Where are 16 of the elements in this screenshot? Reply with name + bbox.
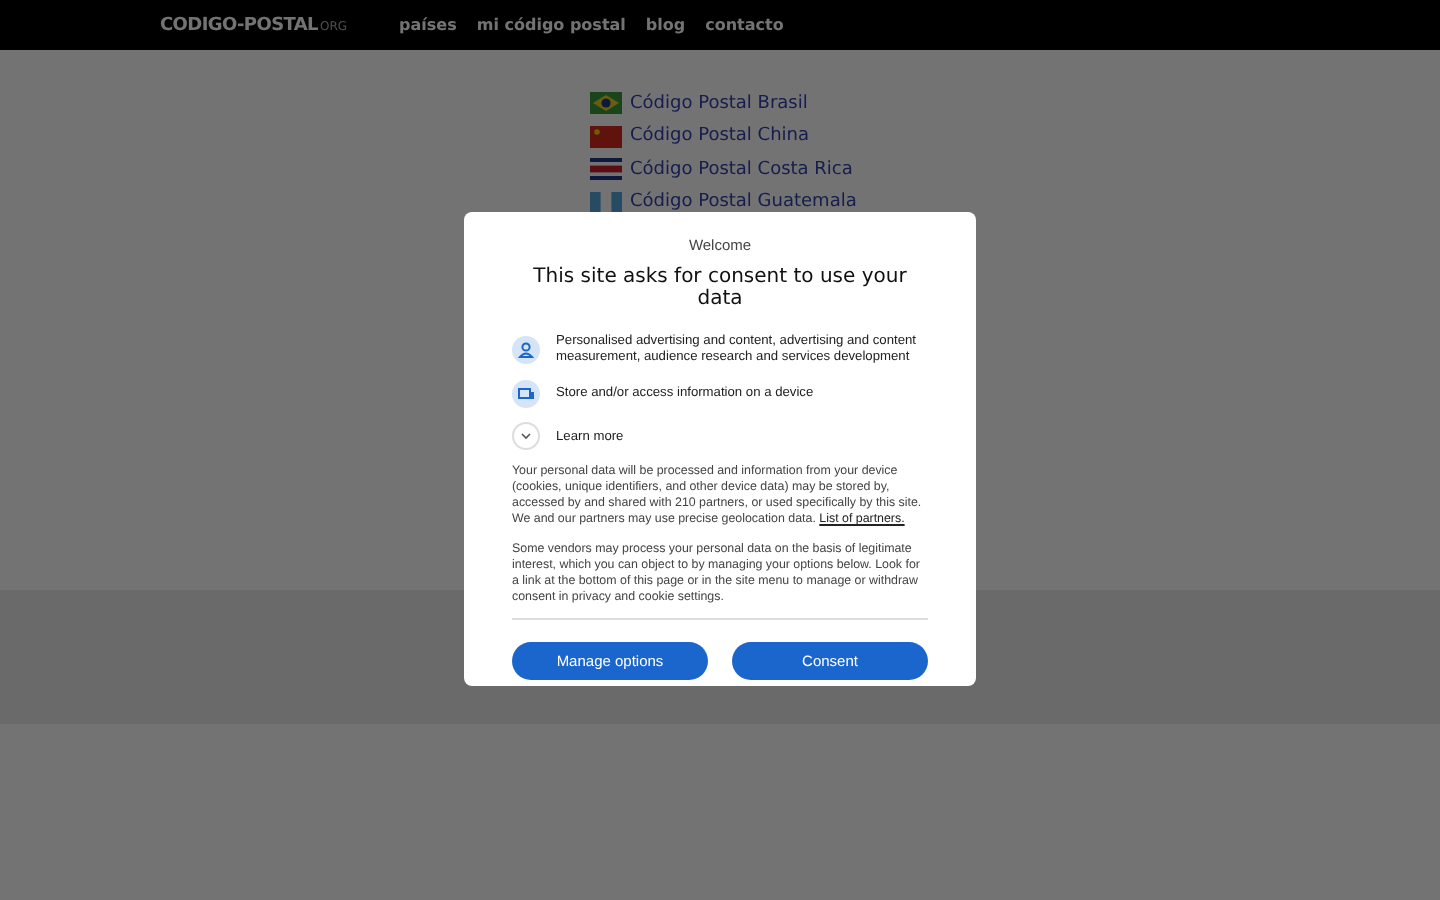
flag-icon [590, 92, 622, 115]
flag-icon [590, 125, 622, 148]
nav-link[interactable]: contacto [705, 16, 784, 34]
device-icon [512, 380, 540, 408]
country-link[interactable]: Código Postal Brasil [630, 93, 808, 114]
person-icon [512, 336, 540, 364]
country-link[interactable]: Código Postal Guatemala [630, 192, 857, 213]
flag-icon [590, 158, 622, 181]
site-logo[interactable]: CODIGO-POSTAL [160, 15, 318, 35]
chevron-icon[interactable] [512, 422, 540, 450]
country-link[interactable]: Código Postal Costa Rica [630, 159, 853, 180]
nav-link[interactable]: mi código postal [476, 16, 626, 34]
nav-link[interactable]: blog [645, 16, 686, 34]
country-link[interactable]: Código Postal China [630, 126, 809, 147]
nav-link[interactable]: países [399, 16, 457, 34]
dialog-title: This site asks for consent to use your data [531, 266, 909, 310]
